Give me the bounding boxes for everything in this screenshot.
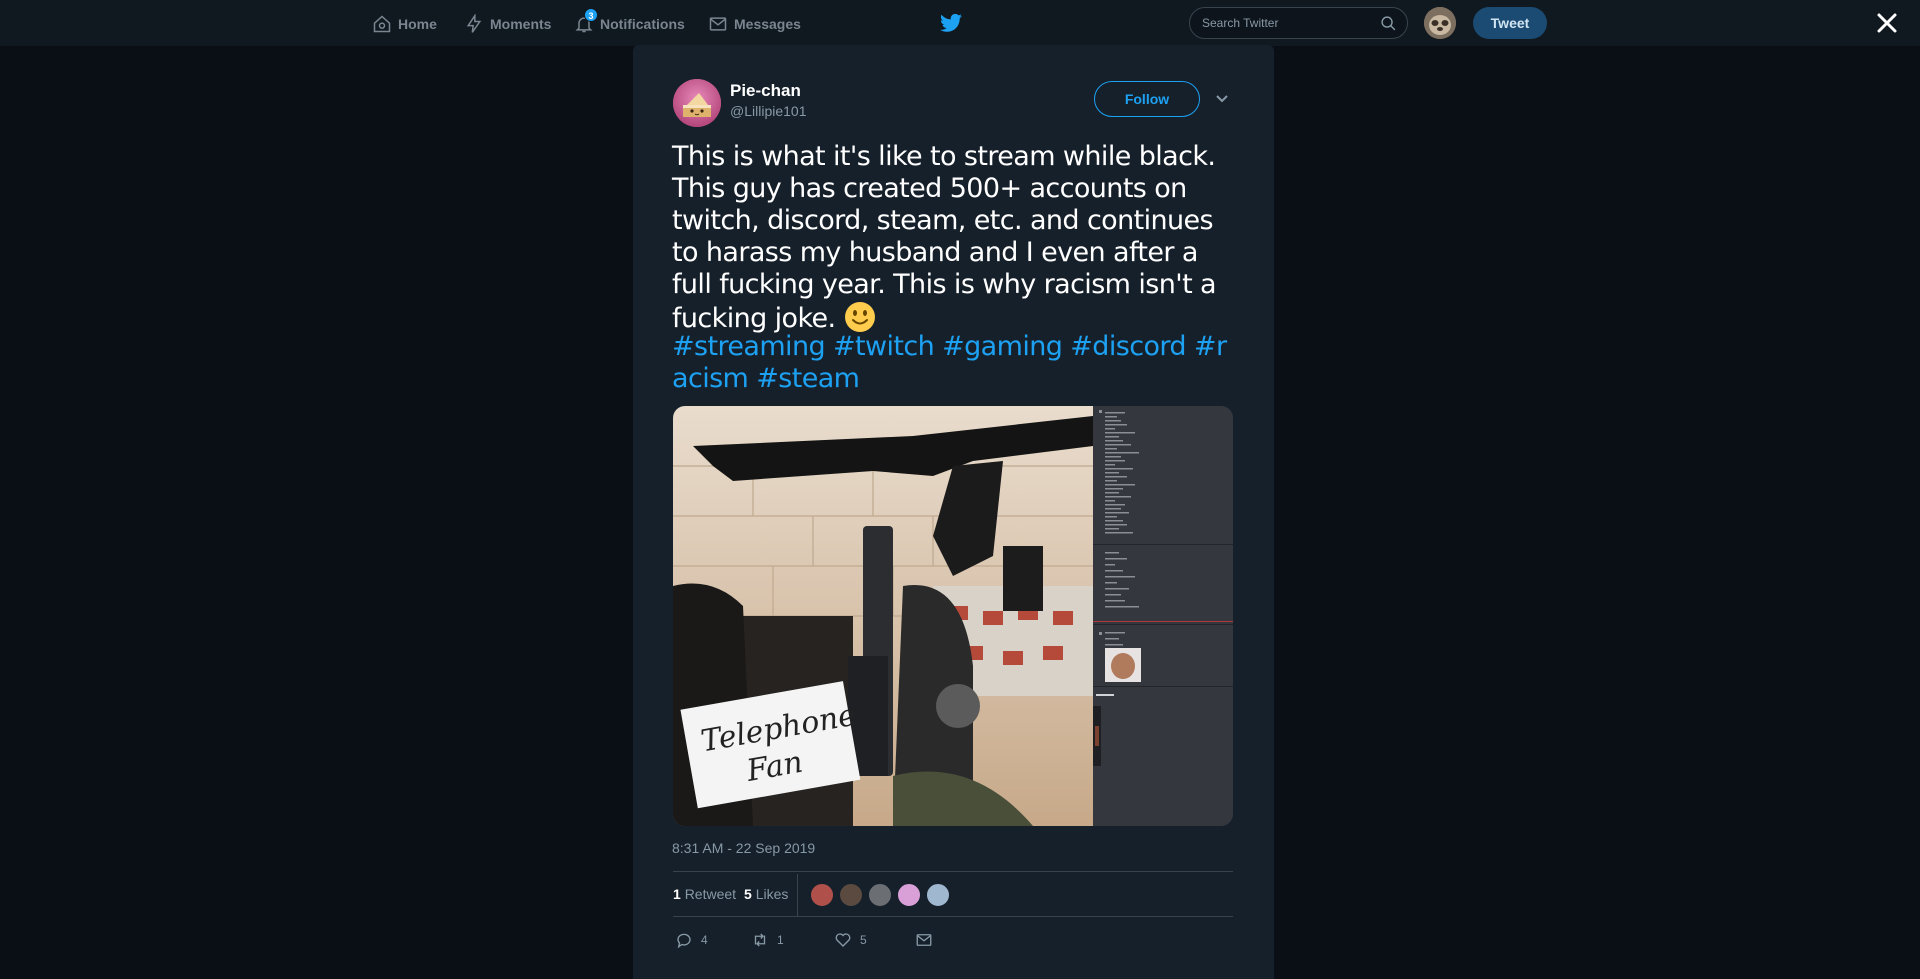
hashtag-link[interactable]: #discord (1070, 331, 1186, 362)
like-button[interactable]: 5 (834, 925, 867, 955)
avatar-image (1424, 7, 1456, 39)
notification-badge: 3 (584, 8, 598, 22)
retweet-stat-label: Retweet (684, 886, 737, 902)
close-icon[interactable] (1875, 11, 1899, 35)
chevron-down-icon[interactable] (1215, 92, 1229, 106)
smiling-face-emoji-icon (844, 302, 875, 332)
envelope-icon (709, 16, 727, 31)
nav-messages[interactable]: Messages (708, 0, 801, 47)
engagement-stats: 1 Retweet 5 Likes (673, 871, 1233, 917)
search-box[interactable] (1189, 7, 1408, 39)
liker-avatar[interactable] (868, 883, 892, 907)
author-name[interactable]: Pie-chan (730, 81, 801, 101)
direct-message-button[interactable] (915, 925, 933, 955)
tweet-media: Telephone Fan (673, 406, 1233, 826)
twitter-bird-icon[interactable] (940, 13, 962, 33)
reply-button[interactable]: 4 (675, 925, 708, 955)
retweet-button[interactable]: 1 (751, 925, 784, 955)
nav-notifications-label: Notifications (600, 15, 685, 32)
home-icon (373, 14, 391, 32)
media-photo-main[interactable]: Telephone Fan (673, 406, 1093, 826)
author-avatar[interactable] (673, 79, 721, 127)
nav-notifications[interactable]: 3 Notifications (574, 0, 685, 47)
hashtag-link[interactable]: #streaming (672, 331, 826, 362)
hashtag-link[interactable]: #steam (756, 363, 860, 394)
likes-stat[interactable]: 5 Likes (744, 886, 788, 902)
pie-avatar-image (673, 79, 721, 127)
author-handle[interactable]: @Lillipie101 (730, 103, 806, 119)
likes-stat-count: 5 (744, 886, 752, 902)
tweet-body: This is what it's like to stream while b… (672, 141, 1217, 334)
tweet-actions: 4 1 5 (673, 925, 1233, 955)
media-photo-screenshot[interactable] (1093, 406, 1233, 826)
tweet-compose-button[interactable]: Tweet (1473, 7, 1547, 39)
liker-avatar[interactable] (897, 883, 921, 907)
nav-messages-label: Messages (734, 15, 801, 32)
liker-avatar[interactable] (810, 883, 834, 907)
retweet-stat-count: 1 (673, 886, 681, 902)
tweet-text: This is what it's like to stream while b… (672, 141, 1242, 335)
tweet-timestamp[interactable]: 8:31 AM - 22 Sep 2019 (672, 840, 815, 856)
liker-avatar[interactable] (926, 883, 950, 907)
retweet-count: 1 (777, 933, 784, 947)
reply-count: 4 (701, 933, 708, 947)
nav-home[interactable]: Home (372, 0, 437, 47)
reply-icon (677, 933, 691, 949)
nav-moments[interactable]: Moments (464, 0, 551, 47)
tweet-modal: Pie-chan @Lillipie101 Follow This is wha… (633, 45, 1274, 979)
envelope-icon (916, 934, 932, 946)
retweet-icon (754, 933, 766, 947)
scrollbar[interactable] (1904, 47, 1920, 979)
liker-avatar[interactable] (839, 883, 863, 907)
lightning-icon (466, 13, 482, 33)
user-avatar[interactable] (1424, 7, 1456, 39)
nav-moments-label: Moments (490, 15, 552, 32)
follow-button[interactable]: Follow (1094, 81, 1200, 117)
hashtag-link[interactable]: #twitch (833, 331, 935, 362)
top-navigation-bar: Home Moments 3 Notifications Messages Se… (0, 0, 1920, 47)
likes-stat-label: Likes (755, 886, 789, 902)
hashtag-link[interactable]: #gaming (942, 331, 1063, 362)
nav-home-label: Home (398, 15, 437, 32)
retweet-stat[interactable]: 1 Retweet (673, 886, 736, 902)
search-input[interactable] (1202, 8, 1372, 38)
hashtag-list: #streaming #twitch #gaming #discord #rac… (672, 331, 1242, 395)
like-count: 5 (860, 933, 867, 947)
stats-divider (797, 874, 798, 916)
search-icon[interactable] (1380, 15, 1397, 32)
heart-icon (835, 933, 851, 947)
